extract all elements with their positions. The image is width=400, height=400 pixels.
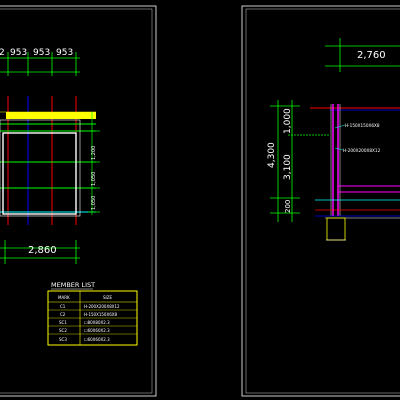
wall-frame — [2, 132, 77, 215]
row-mark-2: C2 — [60, 312, 66, 317]
right-top-dim: 2,760 — [357, 50, 386, 61]
row-size-3: ☐80X80X2.3 — [84, 320, 110, 325]
side-dim-1: 1,200 — [91, 146, 97, 160]
left-sheet-frame — [0, 5, 157, 397]
top-beam-member — [6, 112, 96, 119]
member-list-title: MEMBER LIST — [51, 281, 95, 289]
callout-c2: H-150X150X6X8 — [345, 123, 380, 128]
right-sheet: 2,760 4,300 1,000 3,100 200 H-150X150X6X… — [241, 5, 400, 397]
row-size-4: ☐60X60X2.3 — [84, 328, 110, 333]
right-sheet-inner-frame — [245, 8, 400, 394]
header-mark: MARK — [58, 295, 70, 300]
right-vertical-dimensions — [270, 100, 330, 222]
vertical-dim-2: 3,100 — [283, 154, 293, 180]
cad-drawing: 2 953 953 953 1,200 1,050 1,050 2,860 ME… — [0, 5, 400, 397]
bottom-dim: 2,860 — [28, 245, 57, 256]
vertical-dim-3: 200 — [284, 200, 292, 213]
overall-dim: 4,300 — [267, 142, 277, 168]
side-dim-3: 1,050 — [91, 196, 97, 210]
member-list: MEMBER LIST MARK SIZE C1 H-200X200X8X12 … — [47, 281, 138, 346]
callout-c1: H-200X200X8X12 — [343, 148, 381, 153]
callouts: H-150X150X6X8 H-200X200X8X12 — [334, 123, 381, 153]
header-size: SIZE — [103, 295, 112, 300]
row-mark-4: SC2 — [59, 328, 67, 333]
row-size-1: H-200X200X8X12 — [84, 304, 120, 309]
row-mark-5: SC3 — [59, 337, 67, 342]
row-mark-3: SC1 — [59, 320, 67, 325]
top-dim-partial: 2 — [0, 48, 5, 58]
row-size-5: ☐60X60X2.3 — [84, 337, 110, 342]
top-dim-3: 953 — [56, 48, 73, 58]
top-dim-1: 953 — [10, 48, 27, 58]
row-mark-1: C1 — [60, 304, 66, 309]
top-dim-2: 953 — [33, 48, 50, 58]
row-size-2: H-150X150X6X8 — [84, 312, 117, 317]
side-dim-2: 1,050 — [91, 172, 97, 186]
left-sheet: 2 953 953 953 1,200 1,050 1,050 2,860 ME… — [0, 5, 157, 397]
vertical-dim-1: 1,000 — [283, 108, 293, 134]
right-sheet-frame — [241, 5, 400, 397]
girts — [0, 123, 96, 213]
